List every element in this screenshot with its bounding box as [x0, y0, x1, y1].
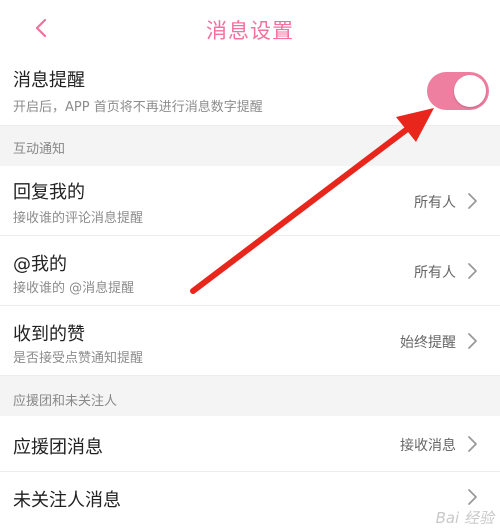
likes-received-value: 始终提醒: [400, 335, 456, 351]
unfollowed-messages-title: 未关注人消息: [13, 490, 121, 511]
chevron-right-icon: [468, 193, 477, 209]
message-badge-title: 消息提醒: [13, 70, 85, 91]
reply-to-me-subtitle: 接收谁的评论消息提醒: [13, 211, 144, 226]
support-group-messages-title: 应援团消息: [13, 437, 103, 458]
chevron-right-icon: [468, 263, 477, 279]
page-title: 消息设置: [206, 19, 294, 43]
message-badge-toggle[interactable]: [427, 72, 489, 110]
reply-to-me-value: 所有人: [414, 195, 456, 211]
chevron-right-icon: [468, 489, 477, 505]
reply-to-me-row[interactable]: 回复我的 接收谁的评论消息提醒 所有人: [0, 166, 500, 236]
chevron-right-icon: [468, 333, 477, 349]
toggle-knob: [454, 75, 486, 107]
chevron-right-icon: [468, 436, 477, 452]
message-badge-subtitle: 开启后，APP 首页将不再进行消息数字提醒: [13, 100, 263, 115]
mention-me-subtitle: 接收谁的 @消息提醒: [13, 281, 135, 296]
unfollowed-messages-row[interactable]: 未关注人消息: [0, 472, 500, 530]
baidu-watermark-logo: Bai 经验: [435, 509, 494, 527]
section-label-support: 应援团和未关注人: [13, 394, 118, 409]
message-badge-setting-row: 消息提醒 开启后，APP 首页将不再进行消息数字提醒: [0, 56, 500, 126]
likes-received-title: 收到的赞: [13, 324, 85, 345]
support-group-messages-value: 接收消息: [400, 438, 456, 454]
mention-me-row[interactable]: @我的 接收谁的 @消息提醒 所有人: [0, 236, 500, 306]
section-header-interaction: 互动通知: [0, 126, 500, 166]
mention-me-value: 所有人: [414, 265, 456, 281]
mention-me-title: @我的: [13, 254, 67, 275]
reply-to-me-title: 回复我的: [13, 182, 85, 203]
top-bar: 消息设置: [0, 0, 500, 56]
likes-received-subtitle: 是否接受点赞通知提醒: [13, 351, 144, 366]
likes-received-row[interactable]: 收到的赞 是否接受点赞通知提醒 始终提醒: [0, 306, 500, 376]
support-group-messages-row[interactable]: 应援团消息 接收消息: [0, 416, 500, 472]
section-header-support: 应援团和未关注人: [0, 376, 500, 416]
section-label-interaction: 互动通知: [13, 142, 66, 157]
